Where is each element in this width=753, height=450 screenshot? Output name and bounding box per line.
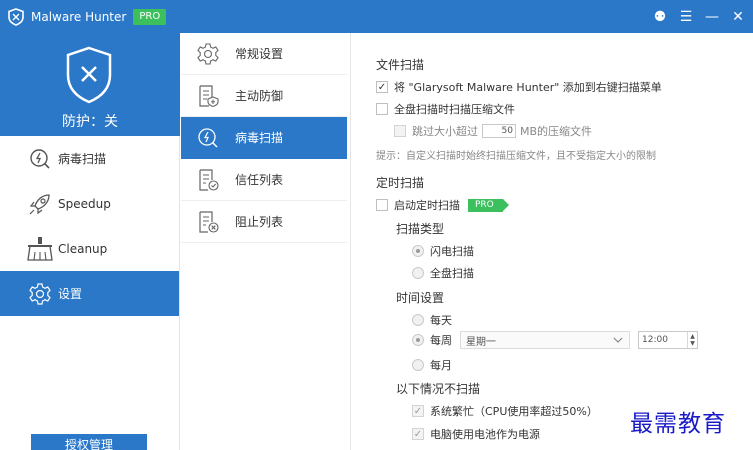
skip-size-option: 跳过大小超过 50 MB的压缩文件 [394,123,592,139]
scheduled-scan-title: 定时扫描 [376,176,425,190]
submenu-item-block-list[interactable]: 阻止列表 [181,201,347,243]
weekday-select[interactable]: 星期一 [460,331,630,349]
skip-size-checkbox[interactable] [394,125,406,137]
scan-type-full-radio[interactable] [412,267,424,279]
scan-type-quick-radio[interactable] [412,245,424,257]
submenu-item-trust-list[interactable]: 信任列表 [181,159,347,201]
add-context-menu-option[interactable]: ✓ 将 "Glarysoft Malware Hunter" 添加到右键扫描菜单 [376,79,662,95]
time-value: 12:00 [642,335,668,345]
nav-item-settings[interactable]: 设置 [0,271,179,316]
skip-busy-label: 系统繁忙（CPU使用率超过50%） [430,405,598,418]
skip-size-input[interactable]: 50 [482,124,516,138]
scan-type-full[interactable]: 全盘扫描 [412,265,474,281]
submenu-item-label: 阻止列表 [235,215,284,229]
broom-icon [26,235,54,263]
license-management-button[interactable]: 授权管理 [31,434,147,450]
gear-icon [195,41,221,67]
schedule-daily-radio[interactable] [412,314,424,326]
settings-submenu: 常规设置 主动防御 病毒扫描 信任列表 阻止列表 [181,33,351,450]
protection-status-panel: 防护：关 [0,33,180,136]
add-context-menu-label: 将 "Glarysoft Malware Hunter" 添加到右键扫描菜单 [394,81,662,94]
menu-icon[interactable]: ☰ [679,10,693,24]
full-scan-compressed-label: 全盘扫描时扫描压缩文件 [394,103,515,116]
skip-busy-option[interactable]: ✓ 系统繁忙（CPU使用率超过50%） [412,403,598,419]
gear-icon [26,280,54,308]
watermark-text: 最需教育 [630,411,726,437]
time-input[interactable]: 12:00 ▲ ▼ [638,331,698,349]
skip-battery-label: 电脑使用电池作为电源 [430,428,540,441]
account-icon[interactable]: ⚉ [653,10,667,24]
virus-scan-icon [195,125,221,151]
schedule-weekly-radio[interactable] [412,334,424,346]
schedule-daily-label: 每天 [430,314,452,327]
skip-conditions-title: 以下情况不扫描 [396,380,480,397]
protection-status-text: 防护：关 [62,114,118,130]
schedule-weekly[interactable]: 每周 星期一 12:00 ▲ ▼ [412,331,698,349]
left-sidebar: 防护：关 病毒扫描 Speedup Cleanup 设置 授权管理 [0,33,180,450]
virus-scan-icon [26,145,54,173]
submenu-item-general[interactable]: 常规设置 [181,33,347,75]
skip-size-suffix: MB的压缩文件 [520,125,593,138]
app-logo-icon [7,7,25,26]
scan-type-title: 扫描类型 [396,220,444,237]
nav-item-label: 设置 [58,287,83,301]
skip-busy-checkbox[interactable]: ✓ [412,405,424,417]
enable-scheduled-option[interactable]: 启动定时扫描 PRO [376,197,509,213]
virus-scan-settings: 文件扫描 ✓ 将 "Glarysoft Malware Hunter" 添加到右… [352,33,753,450]
rocket-icon [26,190,54,218]
nav-item-virus-scan[interactable]: 病毒扫描 [0,136,179,181]
nav-item-label: Cleanup [58,241,108,256]
time-settings-title: 时间设置 [396,289,444,306]
scan-type-full-label: 全盘扫描 [430,267,474,280]
submenu-item-label: 主动防御 [235,89,284,103]
shield-doc-icon [195,83,221,109]
schedule-weekly-label: 每周 [430,334,452,347]
shield-off-icon [66,46,112,104]
trust-list-icon [195,167,221,193]
block-list-icon [195,209,221,235]
close-icon[interactable]: ✕ [731,10,745,24]
scan-type-quick-label: 闪电扫描 [430,245,474,258]
nav-item-speedup[interactable]: Speedup [0,181,179,226]
add-context-menu-checkbox[interactable]: ✓ [376,81,388,93]
schedule-daily[interactable]: 每天 [412,312,452,328]
scan-type-quick[interactable]: 闪电扫描 [412,243,474,259]
skip-battery-option[interactable]: ✓ 电脑使用电池作为电源 [412,426,540,442]
chevron-down-icon [613,335,623,346]
submenu-item-active-defense[interactable]: 主动防御 [181,75,347,117]
skip-battery-checkbox[interactable]: ✓ [412,428,424,440]
submenu-item-label: 常规设置 [235,47,284,61]
schedule-monthly-label: 每月 [430,359,452,372]
schedule-monthly-radio[interactable] [412,359,424,371]
submenu-item-label: 信任列表 [235,173,284,187]
enable-scheduled-checkbox[interactable] [376,199,388,211]
time-settings-title-text: 时间设置 [396,291,445,305]
pro-badge: PRO [133,8,167,25]
schedule-monthly[interactable]: 每月 [412,357,452,373]
minimize-icon[interactable]: — [705,10,719,24]
full-scan-compressed-checkbox[interactable] [376,103,388,115]
scan-type-title-text: 扫描类型 [396,222,445,236]
skip-size-prefix: 跳过大小超过 [412,125,478,138]
nav-item-label: Speedup [58,196,111,211]
time-spinner[interactable]: ▲ ▼ [687,332,697,348]
submenu-item-virus-scan[interactable]: 病毒扫描 [181,117,347,159]
enable-scheduled-label: 启动定时扫描 [394,199,460,212]
app-title: Malware Hunter [31,9,127,24]
file-scan-hint: 提示：自定义扫描时始终扫描压缩文件，且不受指定大小的限制 [376,151,656,162]
weekday-value: 星期一 [466,336,496,348]
nav-item-cleanup[interactable]: Cleanup [0,226,179,271]
full-scan-compressed-option[interactable]: 全盘扫描时扫描压缩文件 [376,101,515,117]
file-scan-title: 文件扫描 [376,58,425,72]
skip-conditions-title-text: 以下情况不扫描 [396,382,481,396]
pro-badge: PRO [468,198,509,212]
nav-item-label: 病毒扫描 [58,152,107,166]
submenu-item-label: 病毒扫描 [235,131,284,145]
title-bar: Malware Hunter PRO ⚉ ☰ — ✕ [0,0,753,33]
